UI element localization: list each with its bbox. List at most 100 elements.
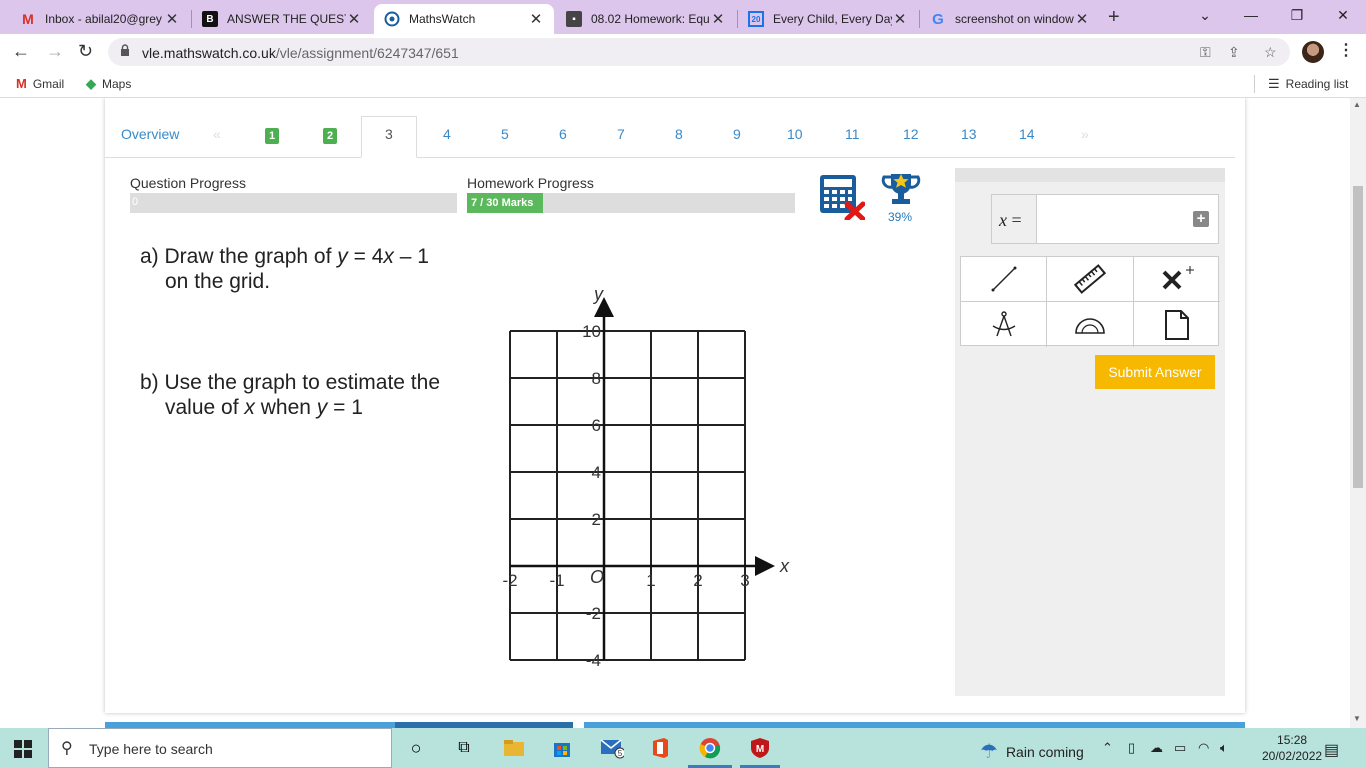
tool-protractor[interactable]	[1047, 302, 1134, 347]
browser-tab-calendar[interactable]: 20 Every Child, Every Day ✕	[738, 4, 918, 34]
taskbar-clock[interactable]: 15:28 20/02/2022	[1262, 732, 1322, 764]
calculator-not-allowed-icon	[820, 175, 865, 220]
taskbar-search-box[interactable]: ⚲ Type here to search	[48, 728, 392, 768]
question-tab-7[interactable]: 7	[617, 126, 625, 142]
task-view-icon[interactable]: ⧉	[452, 736, 476, 760]
close-icon[interactable]: ✕	[892, 10, 908, 28]
bookmark-maps[interactable]: ◆ Maps	[86, 76, 131, 92]
browser-tab-google[interactable]: G screenshot on window ✕	[920, 4, 1100, 34]
chrome-icon[interactable]	[698, 736, 722, 760]
back-arrow-icon[interactable]: ←	[12, 41, 30, 62]
scroll-up-icon[interactable]: ▲	[1353, 100, 1361, 109]
coordinate-grid[interactable]: y x O -2 -1 1 2 3 10 8 6 4 2 -2 -4	[490, 283, 810, 668]
next-chevron-icon[interactable]: »	[1081, 126, 1089, 142]
submit-answer-button[interactable]: Submit Answer	[1095, 355, 1215, 389]
close-window-button[interactable]: ✕	[1320, 4, 1366, 26]
question-tab-6[interactable]: 6	[559, 126, 567, 142]
close-icon[interactable]: ✕	[710, 10, 726, 28]
answer-box: x = +	[991, 194, 1219, 244]
weather-text: Rain coming	[1005, 743, 1084, 760]
question-tab-13[interactable]: 13	[961, 126, 977, 142]
mail-icon[interactable]: 5	[600, 736, 624, 760]
question-tab-12[interactable]: 12	[903, 126, 919, 142]
tab-title: Every Child, Every Day	[773, 12, 892, 26]
page-viewport: Overview « 1 2 3 4 5 6 7 8 9 10 11 12 13…	[0, 98, 1350, 728]
question-tab-9[interactable]: 9	[733, 126, 741, 142]
y-tick-label: 4	[592, 463, 601, 482]
scroll-down-icon[interactable]: ▼	[1353, 714, 1361, 723]
question-tab-1[interactable]: 1	[265, 128, 280, 144]
tab-search-chevron-icon[interactable]: ⌄	[1182, 4, 1228, 26]
question-tab-10[interactable]: 10	[787, 126, 803, 142]
close-icon[interactable]: ✕	[1074, 10, 1090, 28]
line-tool-icon	[991, 266, 1016, 292]
page-scrollbar[interactable]: ▲ ▼	[1350, 98, 1366, 728]
question-tab-2[interactable]: 2	[323, 128, 338, 144]
office-icon[interactable]	[648, 736, 672, 760]
close-icon[interactable]: ✕	[346, 10, 362, 28]
tray-device-icon[interactable]: ▯	[1128, 740, 1135, 756]
profile-avatar[interactable]	[1302, 41, 1324, 63]
question-tab-4[interactable]: 4	[443, 126, 451, 142]
tool-new-page[interactable]	[1134, 302, 1220, 347]
question-part-b-line2: value of x when y = 1	[165, 396, 363, 419]
notifications-icon[interactable]: ▤	[1324, 740, 1339, 760]
reload-icon[interactable]: ↻	[78, 41, 93, 62]
microsoft-store-icon[interactable]	[550, 736, 574, 760]
address-bar[interactable]: vle.mathswatch.co.uk/vle/assignment/6247…	[108, 38, 1290, 66]
tab-overview[interactable]: Overview	[121, 126, 179, 142]
file-explorer-icon[interactable]	[502, 736, 526, 760]
wifi-icon[interactable]: ◠	[1198, 740, 1209, 756]
question-part-b: b) Use the graph to estimate the value o…	[140, 370, 440, 420]
menu-dots-icon[interactable]: ⋮	[1338, 40, 1354, 60]
x-tick-label: 3	[740, 571, 749, 590]
weather-widget[interactable]: ☂ Rain coming	[980, 739, 1084, 764]
browser-tab-mathswatch[interactable]: MathsWatch ✕	[374, 4, 554, 34]
reading-list-icon: ☰	[1268, 76, 1280, 91]
bookmark-gmail[interactable]: M Gmail	[16, 76, 64, 91]
tool-compass[interactable]	[961, 302, 1047, 347]
tray-chevron-up-icon[interactable]: ⌃	[1102, 740, 1113, 756]
mcafee-icon[interactable]: M	[748, 736, 772, 760]
answer-input[interactable]	[1036, 195, 1218, 243]
battery-icon[interactable]: ▭	[1174, 740, 1186, 756]
close-icon[interactable]: ✕	[164, 10, 180, 28]
browser-tab-homework[interactable]: ▪ 08.02 Homework: Equ ✕	[556, 4, 736, 34]
homework-progress-label: Homework Progress	[467, 175, 594, 191]
y-axis-label: y	[592, 284, 604, 304]
question-tab-8[interactable]: 8	[675, 126, 683, 142]
minimize-button[interactable]: —	[1228, 4, 1274, 26]
question-part-a: a) Draw the graph of y = 4x – 1 on the g…	[140, 244, 429, 294]
plus-square-icon[interactable]: +	[1193, 211, 1209, 227]
question-progress-bar: 0	[130, 193, 457, 213]
key-icon[interactable]: ⚿	[1200, 44, 1211, 61]
scroll-thumb[interactable]	[1353, 186, 1363, 488]
reading-list[interactable]: ☰ Reading list	[1268, 76, 1348, 92]
tool-ruler[interactable]	[1047, 257, 1134, 302]
prev-chevron-icon[interactable]: «	[213, 126, 221, 142]
trophy-percent: 39%	[888, 210, 913, 224]
tool-plot-point[interactable]	[1134, 257, 1220, 302]
maximize-button[interactable]: ❐	[1274, 4, 1320, 26]
question-tab-11[interactable]: 11	[845, 126, 860, 142]
new-tab-button[interactable]: +	[1108, 6, 1120, 29]
tool-line[interactable]	[961, 257, 1047, 302]
windows-start-icon[interactable]	[14, 740, 32, 758]
forward-arrow-icon[interactable]: →	[46, 41, 64, 62]
homework-progress-bar: 7 / 30 Marks	[467, 193, 795, 213]
tab-title: MathsWatch	[409, 12, 476, 26]
close-icon[interactable]: ✕	[528, 10, 544, 28]
browser-tab-gmail[interactable]: M Inbox - abilal20@grey ✕	[10, 4, 190, 34]
y-tick-label: 6	[592, 416, 601, 435]
question-tab-5[interactable]: 5	[501, 126, 509, 142]
browser-tab-brainly[interactable]: B ANSWER THE QUESTIO ✕	[192, 4, 372, 34]
question-tab-3[interactable]: 3	[385, 126, 393, 142]
cortana-icon[interactable]: ○	[404, 736, 428, 760]
question-tab-14[interactable]: 14	[1019, 126, 1035, 142]
share-icon[interactable]: ⇪	[1228, 44, 1240, 61]
lock-icon	[121, 44, 129, 56]
question-part-b-line1: b) Use the graph to estimate the	[140, 371, 440, 394]
volume-icon[interactable]: 🔈︎	[1220, 740, 1228, 756]
star-icon[interactable]: ☆	[1264, 44, 1277, 61]
onedrive-cloud-icon[interactable]: ☁	[1150, 740, 1163, 756]
